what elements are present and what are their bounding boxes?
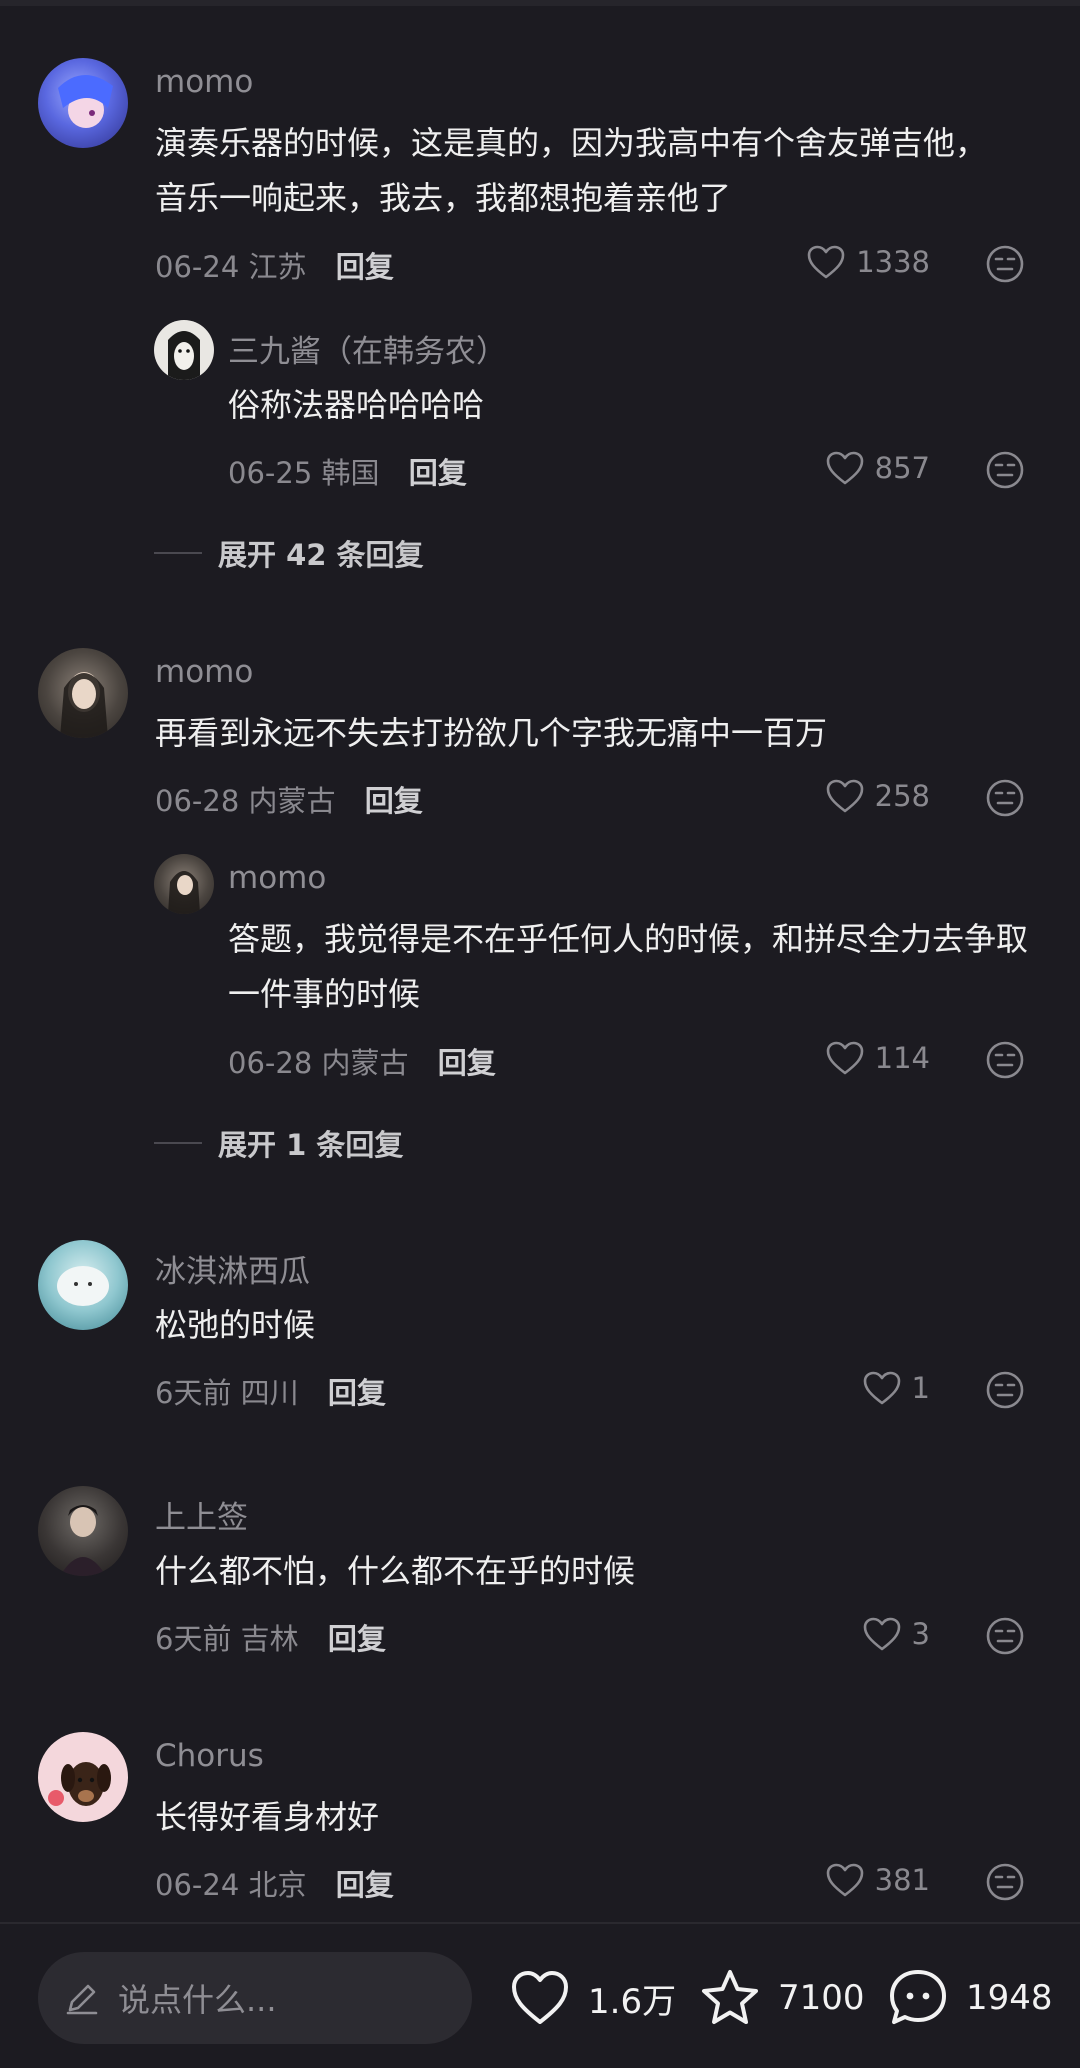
dislike-face-icon[interactable] [985,450,1025,490]
avatar[interactable] [38,648,128,738]
pencil-icon [66,1984,98,2015]
like-count: 258 [874,779,930,813]
username[interactable]: Chorus [155,1738,264,1774]
comment-meta: 06-28 内蒙古 回复 [228,1040,496,1082]
comment-date: 6天前 [155,1622,232,1656]
comment-text: 什么都不怕，什么都不在乎的时候 [155,1552,636,1590]
dislike-face-icon[interactable] [985,778,1025,818]
expand-label: 展开 42 条回复 [218,538,424,572]
like-count: 1338 [856,245,930,279]
input-placeholder: 说点什么... [118,1981,277,2019]
heart-icon [826,1863,863,1897]
comment-date: 06-25 [228,456,313,490]
comment-count: 1948 [966,1978,1053,2018]
divider-line [154,552,202,554]
username[interactable]: momo [228,860,326,896]
comment-location: 江苏 [248,250,307,284]
comment-location: 内蒙古 [248,784,336,818]
reply-button[interactable]: 回复 [365,784,423,818]
heart-icon [826,779,863,813]
username[interactable]: 上上签 [155,1492,248,1537]
like-button[interactable]: 3 [862,1616,930,1652]
comment-location: 吉林 [240,1622,299,1656]
like-button[interactable]: 1338 [806,244,930,280]
like-button[interactable]: 381 [825,1862,930,1898]
avatar[interactable] [38,1732,128,1822]
heart-icon [826,451,863,485]
comment-date: 06-24 [155,1868,240,1902]
reply-text: 俗称法器哈哈哈哈 [228,386,485,424]
comment-date: 06-24 [155,250,240,284]
speech-bubble-icon [890,1970,946,2024]
comment-text: 再看到永远不失去打扮欲几个字我无痛中一百万 [155,714,828,752]
reply-button[interactable]: 回复 [328,1622,386,1656]
heart-icon [863,1617,900,1651]
username[interactable]: 冰淇淋西瓜 [155,1246,310,1291]
post-like-count: 1.6万 [588,1981,677,2022]
dislike-face-icon[interactable] [985,1862,1025,1902]
top-divider [0,0,1080,6]
like-button[interactable]: 857 [825,450,930,486]
reply-text: 答题，我觉得是不在乎任何人的时候，和拼尽全力去争取一件事的时候 [228,920,1029,1013]
reply-button[interactable]: 回复 [438,1046,496,1080]
dislike-face-icon[interactable] [985,1040,1025,1080]
reply-button[interactable]: 回复 [409,456,467,490]
avatar[interactable] [154,854,214,914]
comment-text: 长得好看身材好 [155,1798,380,1836]
reply-button[interactable]: 回复 [328,1376,386,1410]
comment-meta: 6天前 吉林 回复 [155,1616,386,1658]
reply-button[interactable]: 回复 [336,250,394,284]
comment-date: 6天前 [155,1376,232,1410]
comment-meta: 6天前 四川 回复 [155,1370,386,1412]
username[interactable]: momo [155,64,253,100]
like-button[interactable]: 114 [825,1040,930,1076]
heart-icon [863,1371,900,1405]
like-button[interactable]: 1 [862,1370,930,1406]
avatar[interactable] [38,58,128,148]
comment-date: 06-28 [228,1046,313,1080]
avatar[interactable] [38,1486,128,1576]
avatar[interactable] [38,1240,128,1330]
divider-line [154,1142,202,1144]
heart-icon [807,245,845,279]
favorite-count: 7100 [778,1978,865,2018]
comments-button[interactable]: 1948 [886,1966,1053,2030]
username[interactable]: 三九酱（在韩务农） [228,326,507,371]
comment-location: 韩国 [321,456,380,490]
comment-text: 演奏乐器的时候，这是真的，因为我高中有个舍友弹吉他，音乐一响起来，我去，我都想抱… [155,124,988,217]
like-count: 3 [911,1617,930,1651]
comment-meta: 06-25 韩国 回复 [228,450,467,492]
comment-location: 四川 [240,1376,299,1410]
like-count: 381 [874,1863,930,1897]
comment-meta: 06-24 北京 回复 [155,1862,394,1904]
dislike-face-icon[interactable] [985,244,1025,284]
bottom-action-bar: 说点什么... 1.6万 7100 1948 [0,1922,1080,2068]
like-count: 114 [874,1041,930,1075]
comment-location: 北京 [248,1868,307,1902]
star-icon [702,1970,758,2024]
favorite-button[interactable]: 7100 [698,1966,865,2030]
expand-label: 展开 1 条回复 [218,1128,404,1162]
reply-button[interactable]: 回复 [336,1868,394,1902]
like-count: 857 [874,451,930,485]
heart-icon [512,1971,568,2024]
dislike-face-icon[interactable] [985,1616,1025,1656]
expand-replies-button[interactable]: 展开 1 条回复 [154,1122,403,1164]
avatar[interactable] [154,320,214,380]
comment-location: 内蒙古 [321,1046,409,1080]
like-count: 1 [911,1371,930,1405]
comment-date: 06-28 [155,784,240,818]
comment-meta: 06-28 内蒙古 回复 [155,778,423,820]
dislike-face-icon[interactable] [985,1370,1025,1410]
comment-input[interactable]: 说点什么... [38,1952,472,2044]
like-button[interactable]: 258 [825,778,930,814]
like-post-button[interactable]: 1.6万 [508,1966,676,2030]
username[interactable]: momo [155,654,253,690]
comment-meta: 06-24 江苏 回复 [155,244,394,286]
heart-icon [826,1041,863,1075]
expand-replies-button[interactable]: 展开 42 条回复 [154,532,424,574]
comment-text: 松弛的时候 [155,1306,316,1344]
